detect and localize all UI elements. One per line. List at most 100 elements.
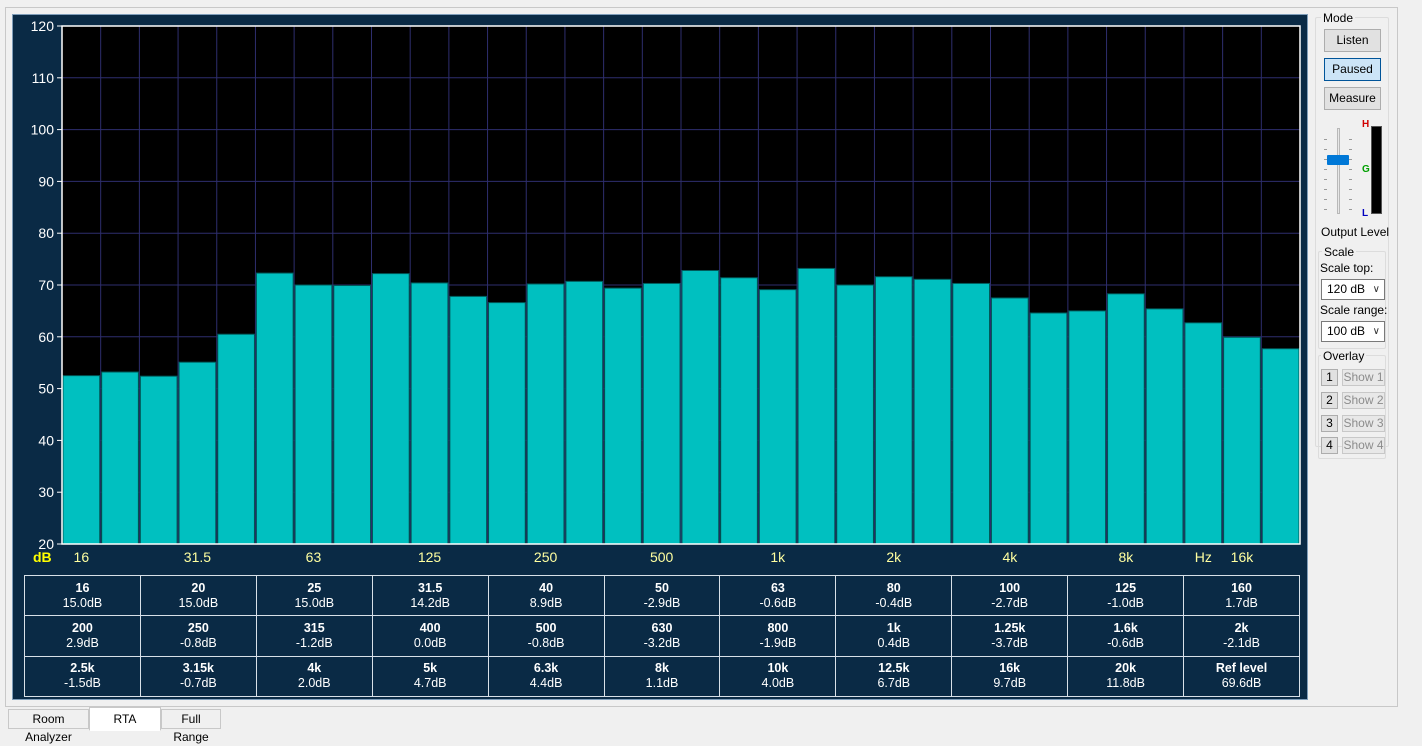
y-unit-label: dB	[33, 549, 52, 565]
output-level-label: Output Level	[1321, 225, 1390, 239]
bar-8k	[1107, 293, 1145, 545]
band-cell: 31.5 14.2dB	[371, 574, 489, 617]
measure-button[interactable]: Measure	[1324, 87, 1381, 110]
band-level: -1.9dB	[759, 635, 797, 650]
x-tick-label: 16	[74, 549, 90, 565]
bar-31.5	[178, 361, 217, 545]
band-cell: 630 -3.2dB	[603, 615, 721, 657]
y-tick-label: 100	[31, 122, 55, 138]
band-level: -1.2dB	[295, 635, 333, 650]
bar-3.15k	[952, 282, 990, 545]
overlay-group-title: Overlay	[1321, 349, 1367, 363]
tab-rta[interactable]: RTA	[89, 707, 161, 731]
overlay-4-show-button[interactable]: Show 4	[1342, 437, 1385, 454]
x-tick-label: 4k	[1002, 549, 1018, 565]
slider-ticks	[1324, 130, 1352, 214]
tab-full-range[interactable]: Full Range	[161, 709, 221, 744]
scale-range-label: Scale range:	[1320, 303, 1388, 317]
band-frequency: 12.5k	[878, 661, 910, 676]
x-unit-label: Hz	[1195, 549, 1212, 565]
overlay-2-show-button[interactable]: Show 2	[1342, 392, 1385, 409]
band-level: -3.7dB	[991, 635, 1029, 650]
band-cell: 50 -2.9dB	[603, 574, 721, 617]
band-cell: 80 -0.4dB	[835, 574, 953, 617]
band-frequency: 20k	[1115, 661, 1137, 676]
band-cell: 20k 11.8dB	[1067, 655, 1185, 698]
listen-button[interactable]: Listen	[1324, 29, 1381, 52]
x-tick-label: 250	[534, 549, 558, 565]
x-tick-label: 500	[650, 549, 674, 565]
band-cell: 12.5k 6.7dB	[835, 655, 953, 698]
bar-100	[372, 273, 410, 545]
band-level: -2.9dB	[643, 595, 681, 610]
band-frequency: 16	[75, 580, 90, 595]
band-cell: 400 0.0dB	[371, 615, 489, 657]
band-frequency: 1.25k	[994, 620, 1026, 635]
mode-group-title: Mode	[1321, 11, 1356, 25]
paused-button[interactable]: Paused	[1324, 58, 1381, 81]
overlay-4-button[interactable]: 4	[1321, 437, 1338, 454]
bar-20k	[1261, 348, 1300, 545]
band-level: 2.9dB	[66, 635, 99, 650]
band-frequency: 40	[539, 580, 554, 595]
band-level: 0.4dB	[877, 635, 911, 650]
tab-room-analyzer[interactable]: Room Analyzer	[8, 709, 89, 744]
band-table-row: 16 15.0dB 20 15.0dB 25 15.0dB 31.5 14.2dB 40 8.9d…	[24, 574, 1300, 617]
band-frequency: 160	[1231, 580, 1252, 595]
scale-range-select[interactable]: 100 dB ∨	[1321, 321, 1385, 342]
scale-top-select[interactable]: 120 dB ∨	[1321, 279, 1385, 300]
slider-thumb[interactable]	[1327, 155, 1349, 166]
band-cell: 3.15k -0.7dB	[139, 655, 257, 698]
overlay-1-show-button[interactable]: Show 1	[1342, 369, 1385, 386]
band-frequency: 80	[886, 580, 901, 595]
y-tick-label: 40	[38, 432, 54, 448]
output-level-slider[interactable]	[1324, 126, 1352, 218]
y-tick-label: 80	[38, 225, 54, 241]
band-level: -0.7dB	[179, 676, 217, 691]
band-frequency: 31.5	[418, 580, 443, 595]
band-frequency: 125	[1115, 580, 1137, 595]
band-frequency: 3.15k	[182, 661, 214, 676]
bar-80	[333, 285, 371, 545]
band-level-table-container: 16 15.0dB 20 15.0dB 25 15.0dB 31.5 14.2dB 40 8.9d…	[24, 574, 1300, 698]
overlay-2-button[interactable]: 2	[1321, 392, 1338, 409]
band-frequency: 315	[303, 620, 325, 635]
band-cell: 250 -0.8dB	[139, 615, 257, 657]
chevron-down-icon: ∨	[1372, 326, 1380, 337]
overlay-3-button[interactable]: 3	[1321, 415, 1338, 432]
bar-1k	[758, 289, 797, 545]
overlay-3-show-button[interactable]: Show 3	[1342, 415, 1385, 432]
scale-top-label: Scale top:	[1320, 261, 1374, 275]
band-cell: 63 -0.6dB	[719, 574, 837, 617]
band-frequency: 1k	[886, 620, 901, 635]
scale-top-value: 120 dB	[1327, 282, 1366, 296]
x-tick-label: 16k	[1231, 549, 1255, 565]
overlay-1-button[interactable]: 1	[1321, 369, 1338, 386]
x-tick-label: 125	[418, 549, 442, 565]
band-level-table: 16 15.0dB 20 15.0dB 25 15.0dB 31.5 14.2dB 40 8.9d…	[24, 574, 1300, 698]
bar-16	[62, 375, 101, 545]
band-level: 11.8dB	[1106, 676, 1145, 691]
scale-group-title: Scale	[1322, 245, 1357, 259]
band-cell: 315 -1.2dB	[255, 615, 373, 657]
bar-5k	[1029, 312, 1068, 545]
bar-315	[565, 280, 604, 545]
band-cell: 25 15.0dB	[255, 574, 373, 617]
output-meter	[1371, 126, 1382, 214]
band-cell: 100 -2.7dB	[951, 574, 1069, 617]
band-frequency: 200	[72, 620, 93, 635]
band-cell: 500 -0.8dB	[487, 615, 605, 657]
bar-800	[720, 277, 758, 545]
y-tick-label: 60	[38, 329, 54, 345]
x-tick-label: 63	[306, 549, 322, 565]
band-frequency: 4k	[307, 661, 322, 676]
bar-2k	[874, 276, 913, 545]
band-level: -0.6dB	[759, 595, 797, 610]
band-cell: 16k 9.7dB	[951, 655, 1069, 698]
band-frequency: 63	[770, 580, 785, 595]
band-cell: 10k 4.0dB	[719, 655, 837, 698]
x-tick-label: 2k	[886, 549, 902, 565]
scale-range-value: 100 dB	[1327, 324, 1366, 338]
band-frequency: 630	[651, 620, 673, 635]
bar-10k	[1145, 308, 1184, 545]
